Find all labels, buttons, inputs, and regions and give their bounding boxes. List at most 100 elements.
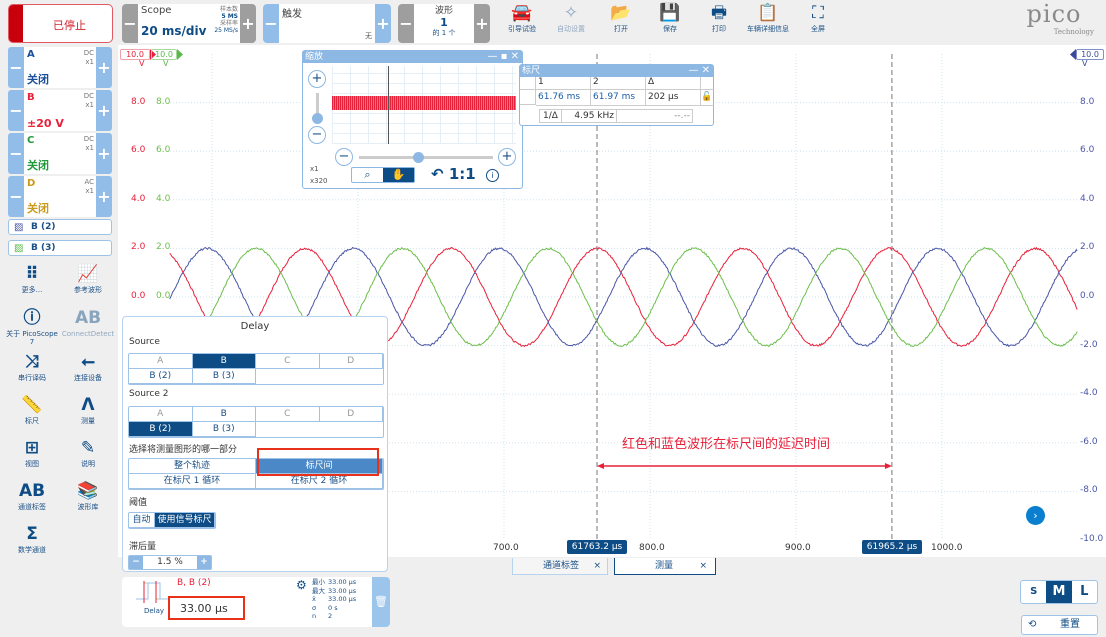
option-3[interactable]: D [319, 354, 383, 369]
gear-icon[interactable]: ⚙ [296, 578, 307, 592]
stat-label: n [312, 612, 317, 620]
zoom-out-horizontal-button[interactable]: − [335, 148, 353, 166]
measurement-sources: B, B (2) [177, 578, 211, 588]
y-tick-label-green: 6.0 [156, 145, 171, 156]
hysteresis-value[interactable]: 1.5 % [143, 556, 197, 569]
window-controls[interactable]: — ✕ [688, 65, 710, 77]
lock-icon[interactable]: 🔓 [701, 90, 715, 106]
channel-b-range-marker[interactable]: 10.0 [120, 49, 150, 60]
option-1[interactable]: 使用信号标尺 [155, 513, 215, 528]
info-icon[interactable]: i [486, 169, 499, 182]
size-l-button[interactable]: L [1072, 581, 1097, 603]
y-tick-label-red: 8.0 [131, 96, 146, 107]
reset-button[interactable]: ⟲ 重置 [1021, 615, 1098, 635]
annotation-text: 红色和蓝色波形在标尺间的延迟时间 [622, 437, 831, 452]
unit-label: V [1082, 59, 1088, 68]
option-0[interactable]: A [129, 407, 193, 422]
cursor-value: 61965.2 µs [866, 542, 918, 552]
horizontal-zoom-slider[interactable] [359, 152, 493, 163]
ruler-1-value: 61.76 ms [536, 90, 591, 106]
tab-measurements[interactable]: 测量 × [614, 558, 716, 575]
zoom-in-vertical-button[interactable]: + [308, 70, 326, 88]
stat-row: 最大 33.00 µs [312, 587, 356, 596]
frequency-value: 4.95 kHz [562, 110, 617, 122]
y-tick-label-green: 0.0 [156, 291, 171, 301]
source-label: Source [129, 337, 160, 347]
close-icon[interactable]: × [699, 558, 707, 574]
option-0[interactable]: 自动 [129, 513, 155, 528]
y-tick-label-red: 4.0 [131, 193, 146, 204]
measurement-name: Delay [144, 607, 165, 615]
stat-label: x̄ [312, 595, 316, 603]
zoom-out-vertical-button[interactable]: − [308, 126, 326, 144]
pan-hand-icon[interactable]: ✋ [383, 168, 414, 182]
threshold-selector: 自动 使用信号标尺 [128, 512, 216, 529]
option-1[interactable]: B [192, 354, 256, 369]
source2-selector: ABCD B (2) B (3) [128, 406, 384, 438]
delete-measurement-button[interactable]: 🗑 [372, 577, 390, 627]
range-label: 10.0 [1081, 50, 1099, 59]
zoom-reset-button[interactable]: ↶ 1:1 [431, 165, 476, 183]
vertical-zoom-slider[interactable] [312, 93, 323, 124]
size-s-button[interactable]: S [1021, 581, 1046, 603]
x-tick-label: 1000.0 [931, 543, 963, 553]
hysteresis-increase-button[interactable]: + [197, 556, 211, 569]
stat-row: n2 [312, 612, 356, 621]
option-5[interactable]: B (3) [192, 369, 256, 384]
unit-label: V [139, 59, 145, 68]
stat-label: 最大 [312, 586, 325, 595]
zoom-overview[interactable] [332, 66, 516, 144]
option-0[interactable]: 整个轨迹 [129, 459, 256, 474]
y-tick-label-blue: 0.0 [1080, 291, 1095, 301]
zoom-window: 缩放 — ▪ ✕ + − − + x1 x320 ⌕ ✋ ↶ 1:1 i [302, 50, 523, 189]
source2-label: Source 2 [129, 389, 169, 399]
range-label: 10.0 [126, 50, 144, 59]
threshold-label: 阈值 [129, 498, 148, 508]
zoom-tool-magnify-icon[interactable]: ⌕ [352, 168, 383, 182]
panel-title: Delay [240, 321, 270, 332]
option-4[interactable]: B (2) [129, 369, 193, 384]
option-3[interactable]: 在标尺 2 循环 [256, 474, 383, 489]
option-5[interactable]: B (3) [192, 422, 256, 437]
range-label: 10.0 [155, 50, 173, 59]
option-4[interactable]: B (2) [129, 422, 193, 437]
option-1[interactable]: B [192, 407, 256, 422]
option-3[interactable]: D [319, 407, 383, 422]
zoom-in-horizontal-button[interactable]: + [498, 148, 516, 166]
measurement-card[interactable]: Delay B, B (2) 33.00 µs ⚙ 最小 33.00 µs 最大 33… [122, 577, 390, 627]
hysteresis-stepper: − 1.5 % + [128, 555, 212, 570]
green-marker-arrow [177, 49, 183, 60]
y-tick-label-blue: -10.0 [1080, 534, 1104, 544]
cursor-1-label[interactable]: 61763.2 µs [567, 540, 627, 554]
stat-label: σ [312, 603, 317, 612]
y-tick-label-blue: 6.0 [1080, 145, 1095, 156]
scroll-right-button[interactable]: › [1026, 506, 1045, 525]
channel-b2-range-marker[interactable]: 10.0 [1076, 49, 1104, 60]
stat-row: x̄ 33.00 µs [312, 595, 356, 604]
zoom-x-factor: x1 [310, 165, 319, 173]
history-icon: ⟲ [1028, 619, 1037, 630]
y-tick-label-green: 8.0 [156, 96, 171, 107]
stat-value: 33.00 µs [328, 586, 357, 595]
y-tick-label-green: 2.0 [156, 242, 171, 253]
trash-icon: 🗑 [374, 595, 388, 608]
option-0[interactable]: A [129, 354, 193, 369]
option-2[interactable]: C [256, 407, 320, 422]
x-tick-label: 700.0 [493, 543, 519, 553]
tab-channel-labels[interactable]: 通道标签 × [512, 558, 608, 575]
window-controls[interactable]: — ▪ ✕ [487, 51, 519, 63]
source-selector: ABCD B (2) B (3) [128, 353, 384, 385]
zoom-y-factor: x320 [310, 177, 328, 185]
stat-row: 最小 33.00 µs [312, 578, 356, 587]
y-tick-label-blue: -2.0 [1080, 339, 1098, 350]
option-2[interactable]: C [256, 354, 320, 369]
close-icon[interactable]: × [593, 558, 601, 574]
option-2[interactable]: 在标尺 1 循环 [129, 474, 256, 489]
ruler-header: 2 [591, 77, 646, 90]
size-m-button[interactable]: M [1046, 581, 1072, 603]
stat-label: 最小 [312, 578, 325, 586]
y-tick-label-red: 6.0 [131, 145, 146, 156]
cursor-2-label[interactable]: 61965.2 µs [862, 540, 922, 554]
stat-value: 33.00 µs [328, 578, 357, 586]
hysteresis-decrease-button[interactable]: − [129, 556, 143, 569]
